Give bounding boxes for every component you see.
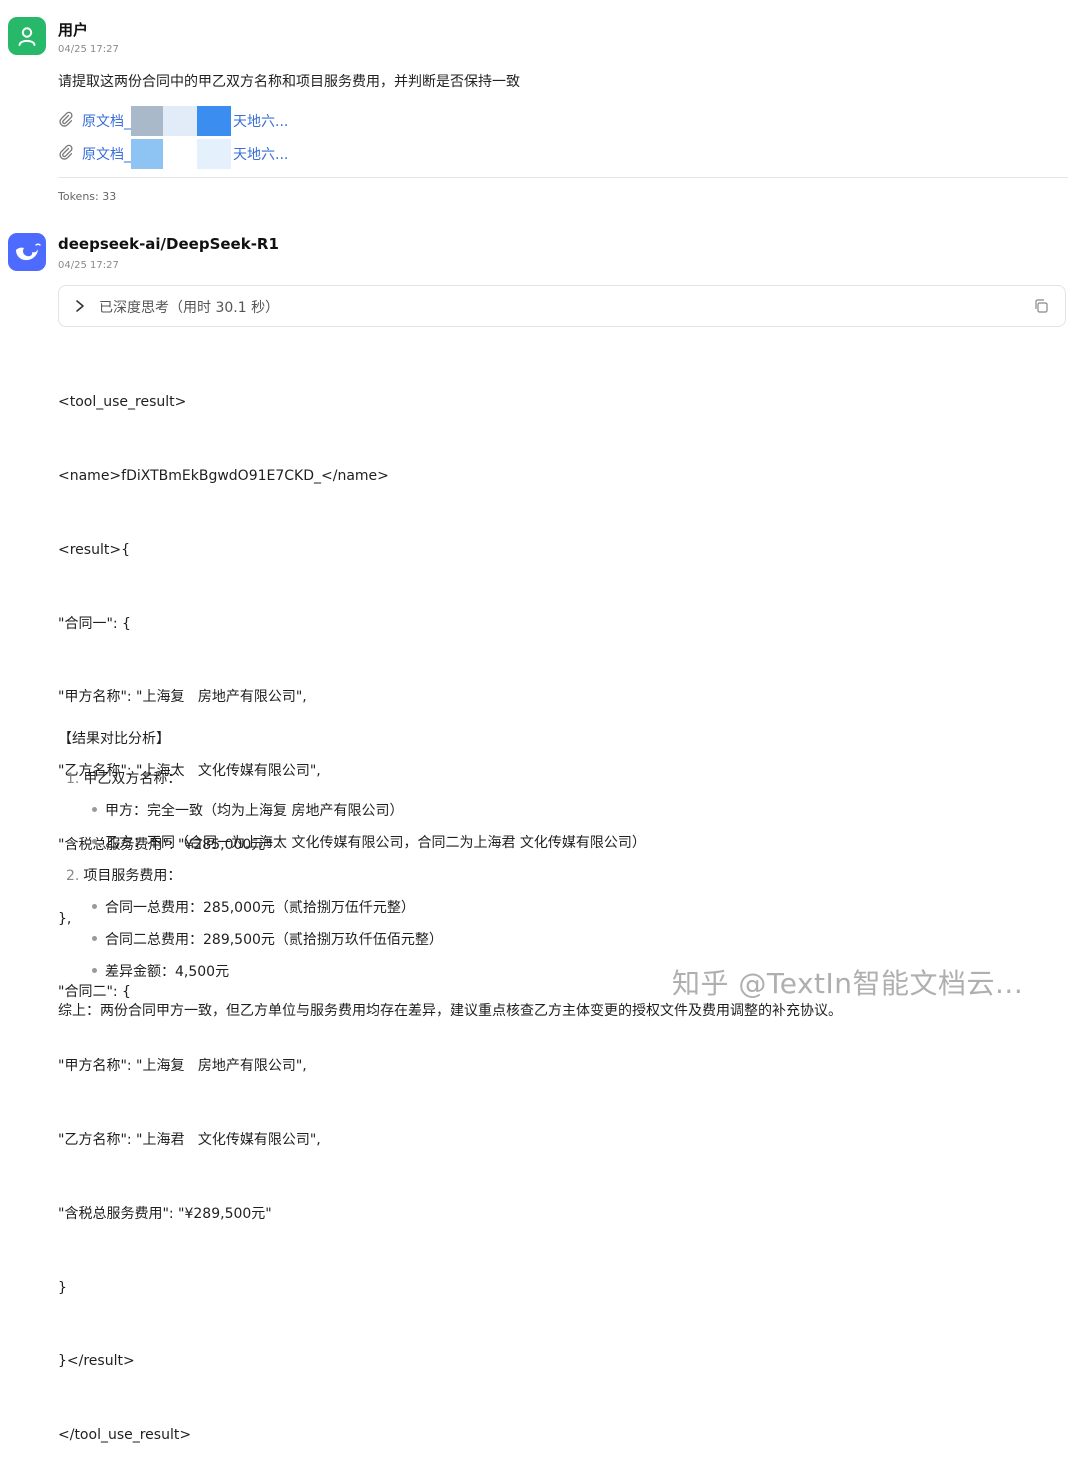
bullet-dot: [92, 935, 97, 941]
bot-message-time: 04/25 17:27: [58, 260, 119, 271]
paperclip-icon: [58, 144, 78, 164]
bullet-text: 乙方：不同（合同一为上海太 文化传媒有限公司，合同二为上海君 文化传媒有限公司）: [105, 835, 646, 851]
code-line: }: [58, 1279, 67, 1296]
user-avatar: [8, 17, 46, 55]
attachment-1-suffix[interactable]: 天地六...: [233, 111, 288, 131]
redaction-block: [131, 106, 163, 136]
bot-sender-name: deepseek-ai/DeepSeek-R1: [58, 235, 279, 253]
paperclip-icon: [58, 111, 78, 131]
list-bullet: 差异金额：4,500元: [92, 961, 229, 981]
list-number: 2.: [66, 868, 80, 884]
code-line: <tool_use_result>: [58, 394, 187, 411]
code-line: "合同一": {: [58, 615, 131, 632]
redaction-block: [163, 139, 197, 169]
bullet-text: 合同一总费用：285,000元（贰拾捌万伍仟元整）: [105, 900, 415, 916]
list-bullet: 合同一总费用：285,000元（贰拾捌万伍仟元整）: [92, 897, 415, 917]
list-bullet: 合同二总费用：289,500元（贰拾捌万玖仟伍佰元整）: [92, 929, 443, 949]
redaction-block: [163, 106, 197, 136]
summary-text: 综上：两份合同甲方一致，但乙方单位与服务费用均存在差异，建议重点核查乙方主体变更…: [58, 1003, 842, 1019]
redaction-block: [197, 106, 231, 136]
code-line: </tool_use_result>: [58, 1427, 192, 1444]
list-bullet: 甲方：完全一致（均为上海复 房地产有限公司）: [92, 800, 403, 820]
copy-icon[interactable]: [1033, 298, 1049, 314]
bullet-dot: [92, 903, 97, 909]
user-message-time: 04/25 17:27: [58, 44, 119, 55]
code-line: "甲方名称": "上海复 房地产有限公司",: [58, 1058, 307, 1075]
code-line: <result>{: [58, 541, 130, 558]
bullet-text: 甲方：完全一致（均为上海复 房地产有限公司）: [105, 803, 404, 819]
bullet-text: 合同二总费用：289,500元（贰拾捌万玖仟伍佰元整）: [105, 932, 443, 948]
attachment-2-suffix[interactable]: 天地六...: [233, 144, 288, 164]
user-avatar-icon: [18, 27, 36, 46]
attachment-2-prefix[interactable]: 原文档_: [82, 144, 131, 164]
bullet-dot: [92, 967, 97, 973]
redaction-block: [197, 139, 231, 169]
list-item: 1. 甲乙双方名称：: [66, 768, 181, 788]
user-message-text: 请提取这两份合同中的甲乙双方名称和项目服务费用，并判断是否保持一致: [58, 74, 520, 90]
watermark: 知乎 @TextIn智能文档云...: [672, 967, 1024, 1000]
user-sender-name: 用户: [58, 21, 89, 39]
code-line: }</result>: [58, 1353, 135, 1370]
bullet-dot: [92, 838, 97, 844]
code-line: "含税总服务费用": "¥289,500元": [58, 1205, 272, 1222]
message-divider: [58, 177, 1068, 178]
attachment-1[interactable]: 原文档_ 天地六...: [58, 105, 288, 137]
analysis-title: 【结果对比分析】: [58, 731, 170, 747]
bullet-dot: [92, 806, 97, 812]
thinking-label: 已深度思考（用时 30.1 秒）: [99, 300, 280, 316]
list-number: 1.: [66, 771, 80, 787]
code-line: "甲方名称": "上海复 房地产有限公司",: [58, 689, 307, 706]
attachment-1-prefix[interactable]: 原文档_: [82, 111, 131, 131]
list-title: 甲乙双方名称：: [83, 771, 182, 787]
token-count: Tokens: 33: [58, 190, 117, 203]
list-title: 项目服务费用：: [83, 868, 182, 884]
attachment-2[interactable]: 原文档_ 天地六...: [58, 138, 288, 170]
bot-avatar: [8, 233, 46, 271]
bullet-text: 差异金额：4,500元: [105, 964, 230, 980]
list-item: 2. 项目服务费用：: [66, 865, 181, 885]
code-line: "乙方名称": "上海君 文化传媒有限公司",: [58, 1132, 321, 1148]
chevron-right-icon: [76, 300, 84, 312]
redaction-block: [131, 139, 163, 169]
list-bullet: 乙方：不同（合同一为上海太 文化传媒有限公司，合同二为上海君 文化传媒有限公司）: [92, 832, 646, 852]
code-line: <name>fDiXTBmEkBgwdO91E7CKD_</name>: [58, 467, 389, 484]
thinking-panel-toggle[interactable]: 已深度思考（用时 30.1 秒）: [58, 285, 1066, 327]
deepseek-whale-icon: [16, 243, 41, 261]
